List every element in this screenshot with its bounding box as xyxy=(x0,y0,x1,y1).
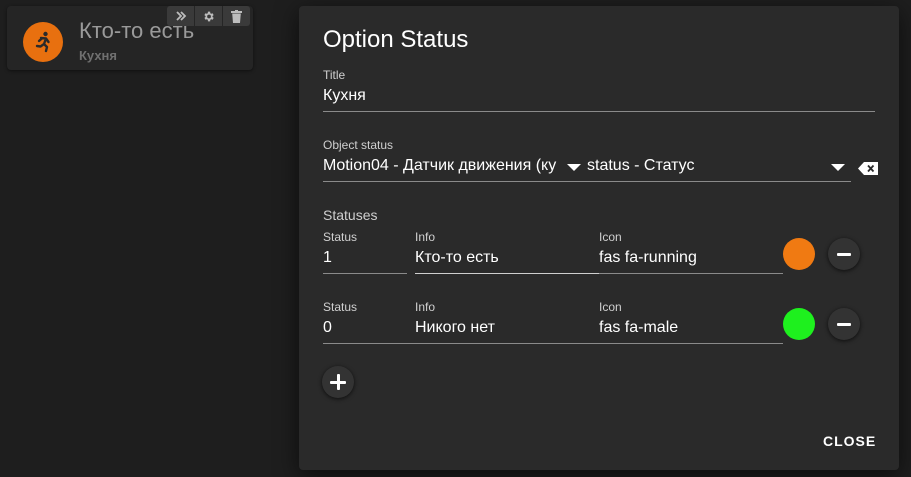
title-input[interactable]: Кухня xyxy=(323,87,873,105)
icon-label: Icon xyxy=(599,300,622,314)
remove-status-button[interactable] xyxy=(828,238,860,270)
status-label: Status xyxy=(323,300,358,314)
title-field-label: Title xyxy=(323,68,346,82)
minus-icon xyxy=(837,322,851,326)
info-input[interactable]: Никого нет xyxy=(415,319,595,337)
object-status-label: Object status xyxy=(323,138,394,152)
title-input-underline xyxy=(323,111,875,112)
statuses-heading: Statuses xyxy=(323,207,378,223)
settings-button[interactable] xyxy=(195,6,222,26)
double-chevron-right-icon xyxy=(175,11,186,21)
remove-status-button[interactable] xyxy=(828,308,860,340)
status-input[interactable]: 1 xyxy=(323,249,405,267)
option-status-dialog: Option Status Title Кухня Object status … xyxy=(299,6,899,470)
close-button[interactable]: CLOSE xyxy=(823,433,876,449)
color-picker[interactable] xyxy=(783,308,815,340)
trash-icon xyxy=(231,9,242,23)
status-label: Status xyxy=(323,230,358,244)
property-select-arrow-icon[interactable] xyxy=(831,164,845,171)
widget-subtitle: Кухня xyxy=(79,48,117,63)
delete-button[interactable] xyxy=(223,6,250,26)
icon-input[interactable]: fas fa-male xyxy=(599,319,779,337)
info-label: Info xyxy=(415,230,436,244)
widget-toolbar xyxy=(167,6,250,26)
info-input-underline xyxy=(415,273,599,274)
running-figure-icon xyxy=(35,31,50,53)
property-select[interactable]: status - Статус xyxy=(587,157,817,175)
plus-icon xyxy=(330,374,346,390)
info-label: Info xyxy=(415,300,436,314)
object-select-arrow-icon[interactable] xyxy=(567,164,581,171)
gear-icon xyxy=(204,11,214,21)
running-icon xyxy=(23,22,63,62)
status-row-underline xyxy=(323,343,783,344)
clear-object-button[interactable] xyxy=(856,160,880,176)
minus-icon xyxy=(837,252,851,256)
icon-label: Icon xyxy=(599,230,622,244)
info-input[interactable]: Кто-то есть xyxy=(415,249,595,267)
status-input[interactable]: 0 xyxy=(323,319,405,337)
color-picker[interactable] xyxy=(783,238,815,270)
expand-button[interactable] xyxy=(167,6,194,26)
add-status-button[interactable] xyxy=(322,366,354,398)
backspace-icon xyxy=(858,161,878,175)
icon-input-underline xyxy=(599,273,783,274)
object-status-underline xyxy=(323,181,851,182)
status-input-underline xyxy=(323,273,407,274)
object-select[interactable]: Motion04 - Датчик движения (ку xyxy=(323,157,559,175)
icon-input[interactable]: fas fa-running xyxy=(599,249,779,267)
dialog-title: Option Status xyxy=(323,26,469,53)
